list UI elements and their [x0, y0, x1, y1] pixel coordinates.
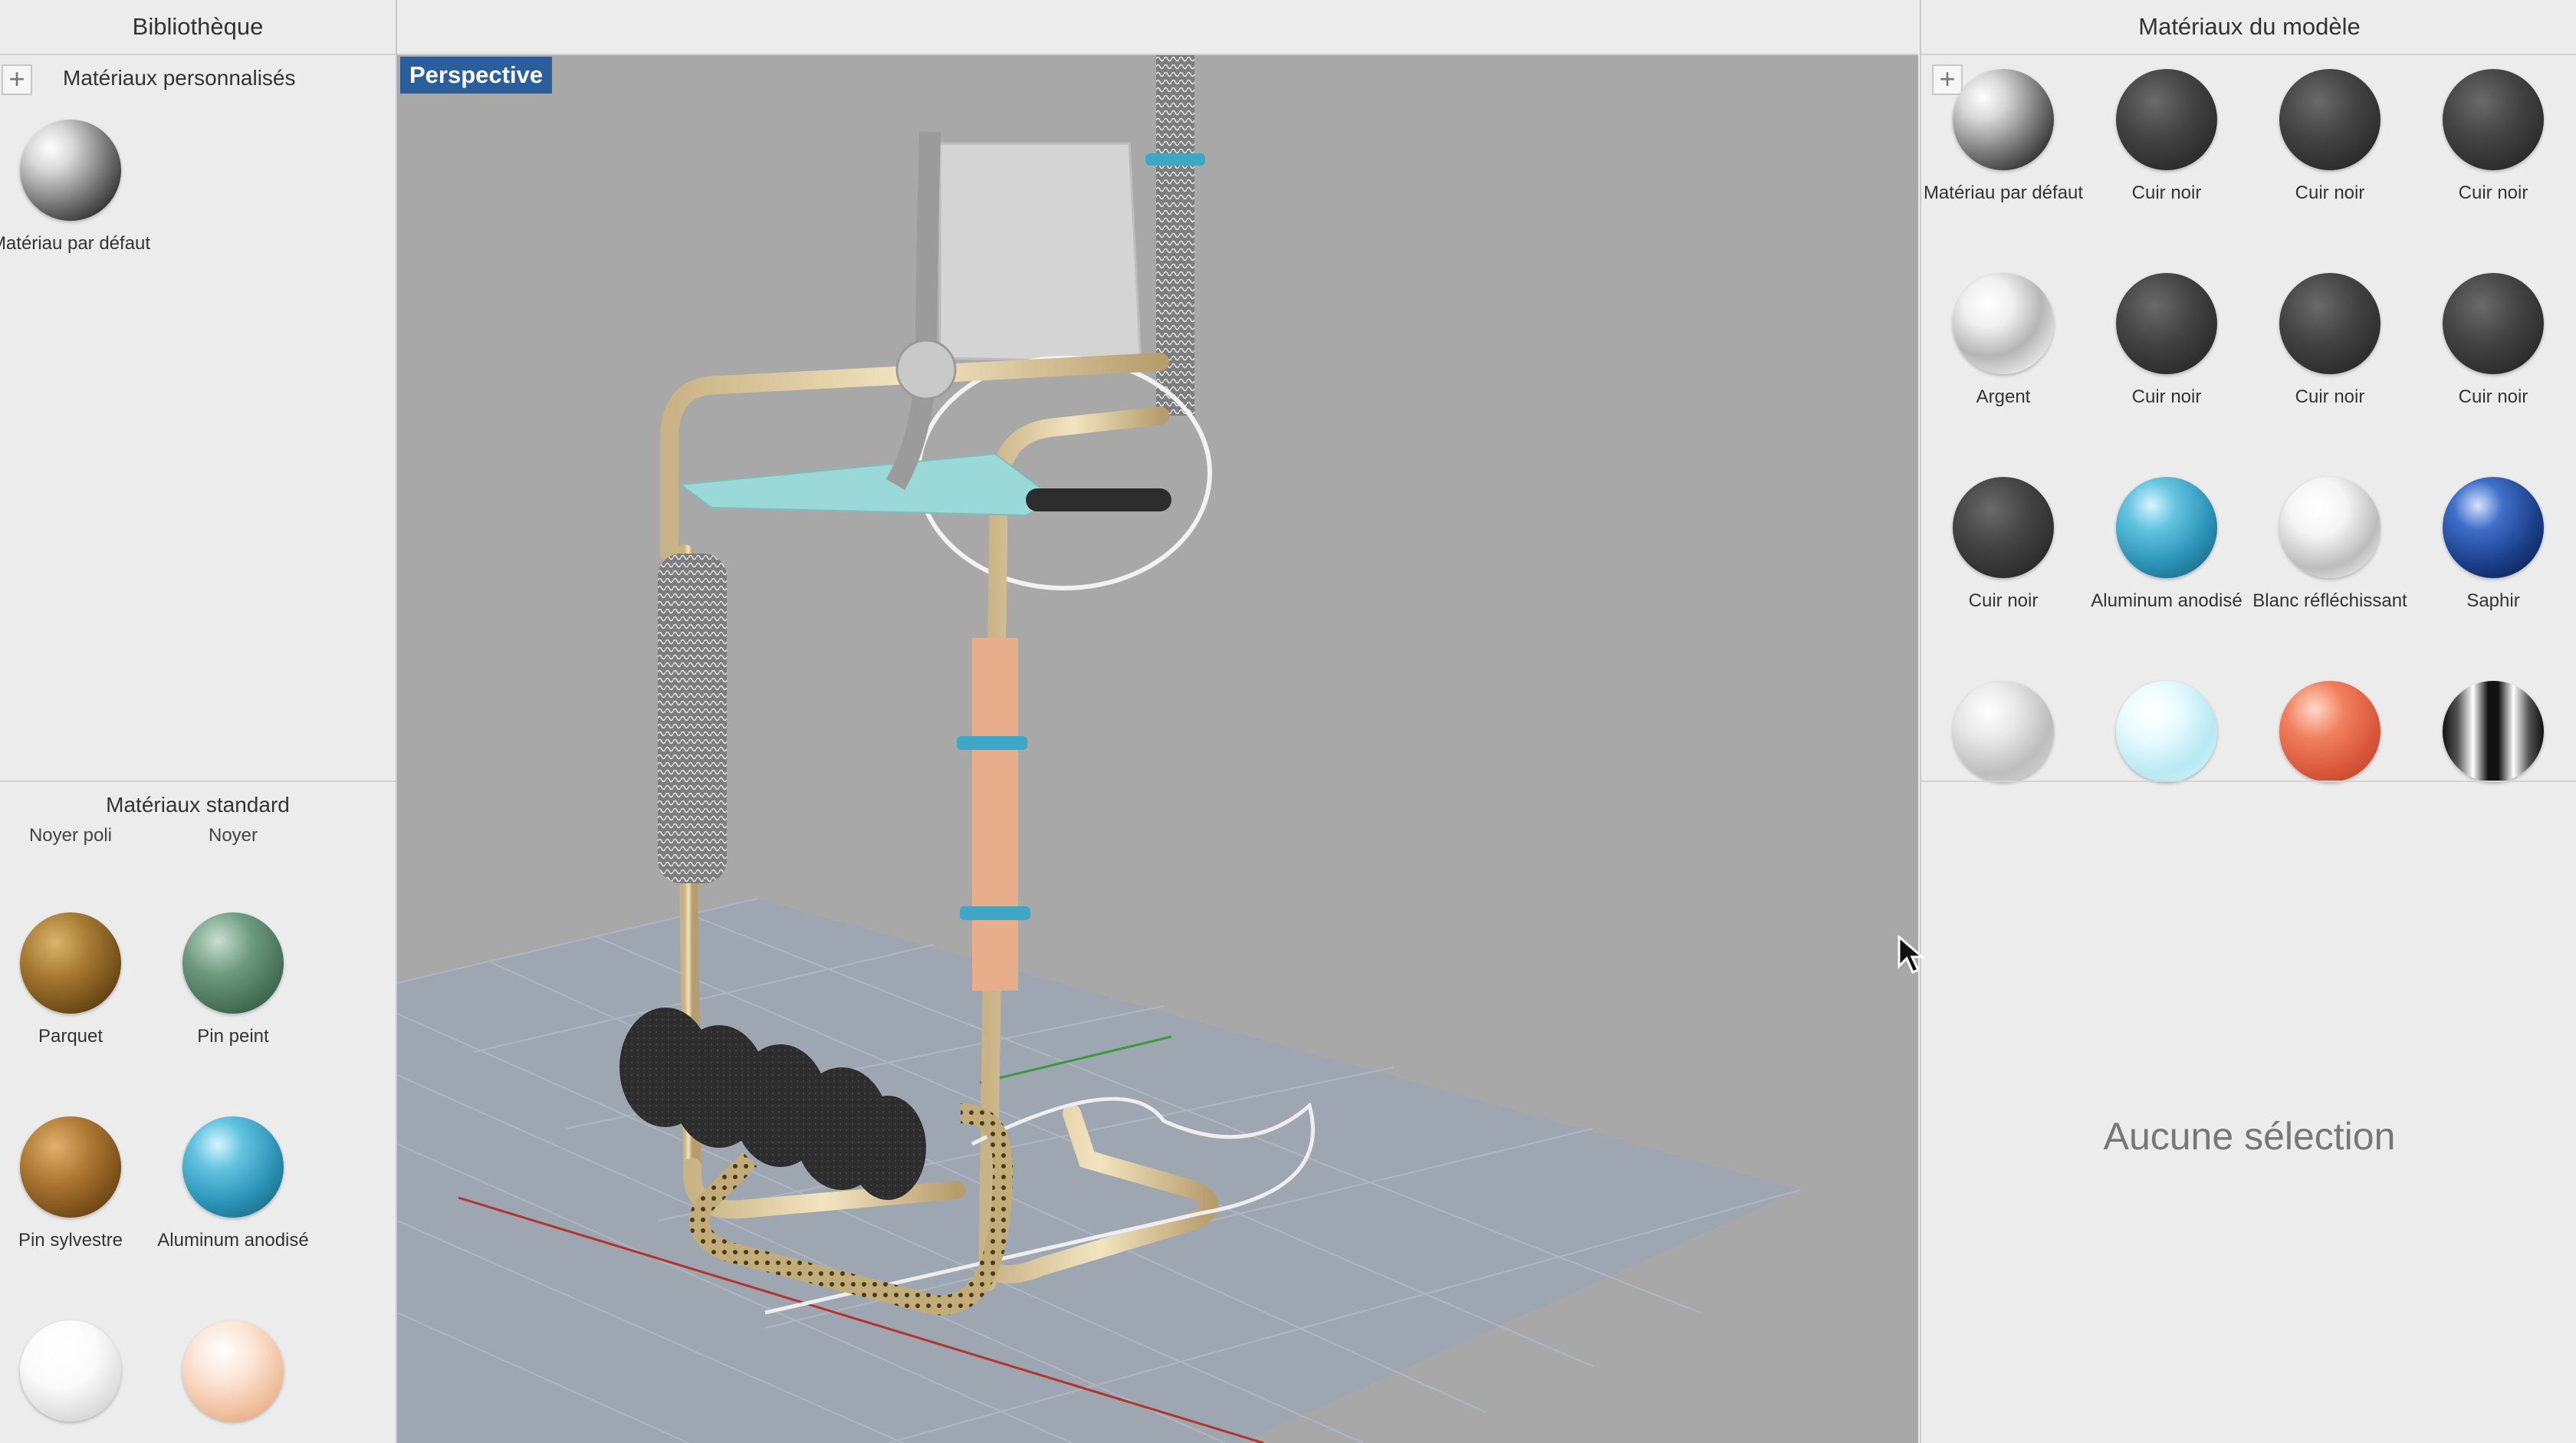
material-label: Cuir noir: [2131, 386, 2202, 407]
material-swatch[interactable]: [2249, 681, 2411, 782]
material-label: Noyer: [208, 825, 258, 846]
no-selection-label: Aucune sélection: [2103, 1115, 2396, 1158]
material-label: Cuir noir: [2295, 386, 2365, 407]
material-swatch[interactable]: Cuir noir: [2412, 273, 2574, 408]
material-swatch[interactable]: Cuir noir: [2085, 273, 2248, 408]
material-swatch[interactable]: Pin sylvestre: [0, 1116, 152, 1251]
material-label: Cuir noir: [2295, 182, 2365, 203]
material-cuir-noir-icon: [2279, 273, 2380, 374]
material-swatch[interactable]: Matériau par défaut: [0, 120, 152, 255]
material-swatch[interactable]: Parquet: [0, 912, 152, 1047]
material-saphir-icon: [2443, 477, 2544, 578]
section-divider: [1921, 781, 2576, 782]
material-swatch[interactable]: Cuir noir: [2249, 69, 2411, 204]
leg-pad[interactable]: [658, 554, 727, 883]
material-copper-icon: [2279, 681, 2380, 782]
material-cuir-noir-icon: [2443, 69, 2544, 170]
material-white-icon: [20, 1320, 121, 1422]
scene-canvas[interactable]: [397, 55, 1918, 1443]
standard-materials-heading: Matériaux standard: [106, 793, 290, 817]
viewport-toolbar: [397, 0, 1918, 55]
material-label: Blanc réfléchissant: [2252, 590, 2407, 611]
material-swatch[interactable]: [1922, 681, 2085, 782]
material-swatch[interactable]: Argent: [1922, 273, 2085, 408]
material-label: Noyer poli: [28, 825, 113, 846]
material-swatch[interactable]: Aluminum anodisé: [2085, 477, 2248, 612]
material-default-icon: [20, 120, 121, 221]
add-custom-material-button[interactable]: +: [2, 64, 32, 95]
material-swatch[interactable]: Pin peint: [152, 912, 314, 1047]
material-cuir-noir-icon: [2279, 69, 2380, 170]
neck-hose[interactable]: [886, 131, 941, 490]
material-cuir-noir-icon: [2443, 273, 2544, 374]
material-swatch[interactable]: Aluminum anodisé: [152, 1116, 314, 1251]
strap: [957, 736, 1027, 750]
material-label: Matériau par défaut: [1923, 182, 2084, 203]
strap: [1145, 153, 1205, 166]
mouse-cursor-icon: [1898, 935, 1925, 974]
material-label: Pin peint: [197, 1026, 269, 1047]
material-swatch[interactable]: Cuir noir: [2085, 69, 2248, 204]
material-cuir-noir-icon: [1953, 477, 2054, 578]
material-label: Cuir noir: [2131, 182, 2202, 203]
library-panel: Bibliothèque + Matériaux personnalisés M…: [0, 0, 397, 1443]
material-swatch[interactable]: Cuir noir: [2412, 69, 2574, 204]
handle-grip[interactable]: [1026, 488, 1171, 511]
material-swatch[interactable]: Saphir: [2412, 477, 2574, 612]
material-label: Cuir noir: [1968, 590, 2039, 611]
material-peach-icon: [182, 1320, 284, 1422]
material-default-icon: [1953, 69, 2054, 170]
material-swatch[interactable]: Blanc réfléchissant: [2249, 477, 2411, 612]
material-aluminum-icon: [182, 1116, 284, 1218]
material-swatch[interactable]: [152, 1320, 314, 1422]
model-materials-panel: Matériaux du modèle + Matériau par défau…: [1920, 0, 2576, 1443]
perspective-label[interactable]: Perspective: [400, 57, 553, 94]
model-materials-title: Matériaux du modèle: [1921, 0, 2576, 55]
custom-materials-heading: Matériaux personnalisés: [63, 66, 296, 90]
section-divider: [0, 781, 396, 782]
material-swatch[interactable]: [2412, 681, 2574, 782]
library-title: Bibliothèque: [0, 0, 396, 55]
3d-viewport[interactable]: Perspective: [397, 0, 1918, 1443]
material-blanc-icon: [2279, 477, 2380, 578]
material-parquet-icon: [20, 912, 121, 1014]
material-label: Aluminum anodisé: [2091, 590, 2242, 611]
material-label: Cuir noir: [2458, 386, 2528, 407]
material-swatch[interactable]: [0, 1320, 152, 1422]
material-label: Matériau par défaut: [0, 233, 151, 254]
material-pin-peint-icon: [182, 912, 284, 1014]
material-swatch[interactable]: Cuir noir: [2249, 273, 2411, 408]
material-label: Saphir: [2466, 590, 2520, 611]
material-swatch[interactable]: Cuir noir: [1922, 477, 2085, 612]
joint-ball[interactable]: [895, 339, 957, 400]
material-swatch[interactable]: Matériau par défaut: [1922, 69, 2085, 204]
material-cuir-noir-icon: [2116, 69, 2217, 170]
material-pin-sylvestre-icon: [20, 1116, 121, 1218]
backrest-panel[interactable]: [938, 142, 1142, 363]
material-cuir-noir-icon: [2116, 273, 2217, 374]
material-swatch[interactable]: [2085, 681, 2248, 782]
material-icy-icon: [2116, 681, 2217, 782]
material-silver-icon: [1953, 681, 2054, 782]
material-label: Parquet: [38, 1026, 104, 1047]
material-aluminum-icon: [2116, 477, 2217, 578]
material-label: Cuir noir: [2458, 182, 2528, 203]
material-argent-icon: [1953, 273, 2054, 374]
material-label: Pin sylvestre: [18, 1230, 123, 1251]
seat-fabric[interactable]: [678, 452, 1058, 517]
material-label: Aluminum anodisé: [157, 1230, 309, 1251]
strap: [960, 906, 1030, 920]
material-label: Argent: [1976, 386, 2031, 407]
material-striped-icon: [2443, 681, 2544, 782]
